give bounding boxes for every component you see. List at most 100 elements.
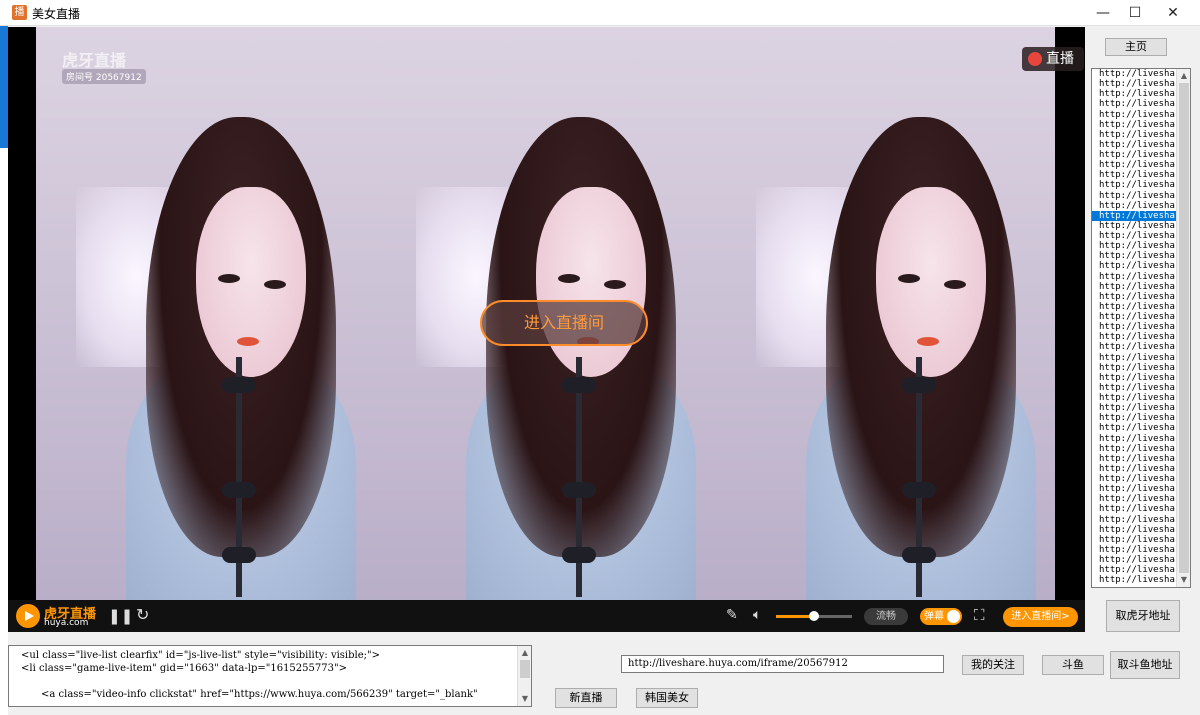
toggle-knob: [947, 610, 960, 623]
get-douyu-address-button[interactable]: 取斗鱼地址: [1110, 651, 1180, 679]
url-list-item[interactable]: http://liveshar: [1092, 69, 1178, 79]
url-list-item[interactable]: http://liveshar: [1092, 89, 1178, 99]
url-list-scrollbar[interactable]: ▲ ▼: [1176, 69, 1190, 587]
enter-room-small-button[interactable]: 进入直播间>: [1003, 607, 1078, 627]
code-line: <li class="game-live-item" gid="1663" da…: [21, 663, 347, 674]
url-list-item[interactable]: http://liveshar: [1092, 140, 1178, 150]
app-window: 播 美女直播 — ☐ ✕ 虎牙直播 房间号 20567912 直播 进入直播间 …: [0, 0, 1200, 715]
home-button[interactable]: 主页: [1105, 38, 1167, 56]
url-list-item[interactable]: http://liveshar: [1092, 535, 1178, 545]
url-list-item[interactable]: http://liveshar: [1092, 494, 1178, 504]
url-list-item[interactable]: http://liveshar: [1092, 302, 1178, 312]
url-list-item[interactable]: http://liveshar: [1092, 332, 1178, 342]
window-title: 美女直播: [32, 7, 81, 21]
url-list-item[interactable]: http://liveshar: [1092, 434, 1178, 444]
background-window-header: [0, 26, 8, 148]
url-list-item[interactable]: http://liveshar: [1092, 413, 1178, 423]
url-list-item[interactable]: http://liveshar: [1092, 150, 1178, 160]
url-list-item[interactable]: http://liveshar: [1092, 261, 1178, 271]
url-list-item[interactable]: http://liveshar: [1092, 423, 1178, 433]
url-list-item[interactable]: http://liveshar: [1092, 180, 1178, 190]
room-id-watermark: 房间号 20567912: [62, 69, 146, 84]
url-list-item[interactable]: http://liveshar: [1092, 515, 1178, 525]
url-list-item[interactable]: http://liveshar: [1092, 444, 1178, 454]
url-list-item[interactable]: http://liveshar: [1092, 504, 1178, 514]
url-list-item[interactable]: http://liveshar: [1092, 474, 1178, 484]
code-line: <ul class="live-list clearfix" id="js-li…: [21, 650, 380, 661]
url-list-item[interactable]: http://liveshar: [1092, 160, 1178, 170]
fullscreen-icon[interactable]: ⛶: [974, 606, 985, 624]
enter-room-button[interactable]: 进入直播间: [480, 300, 648, 346]
url-list-item[interactable]: http://liveshar: [1092, 110, 1178, 120]
url-list-item[interactable]: http://liveshar: [1092, 210, 1178, 221]
danmu-settings-icon[interactable]: ✎: [726, 607, 738, 623]
url-list-item[interactable]: http://liveshar: [1092, 575, 1178, 585]
url-list-item[interactable]: http://liveshar: [1092, 130, 1178, 140]
video-panel-right: [716, 27, 1055, 600]
huya-logo-icon[interactable]: [16, 604, 40, 628]
url-list-item[interactable]: http://liveshar: [1092, 545, 1178, 555]
code-scrollbar[interactable]: ▲ ▼: [517, 646, 531, 706]
url-list-item[interactable]: http://liveshar: [1092, 231, 1178, 241]
url-list-item[interactable]: http://liveshar: [1092, 484, 1178, 494]
live-badge-label: 直播: [1046, 51, 1074, 67]
background-window-edge: [0, 26, 8, 715]
url-list-items: http://liveshar http://liveshar http://liv…: [1092, 69, 1178, 585]
my-follow-button[interactable]: 我的关注: [962, 655, 1024, 675]
url-list-item[interactable]: http://liveshar: [1092, 403, 1178, 413]
close-button[interactable]: ✕: [1150, 0, 1196, 26]
scroll-thumb[interactable]: [520, 660, 530, 678]
url-list-item[interactable]: http://liveshar: [1092, 191, 1178, 201]
volume-slider[interactable]: [776, 611, 852, 621]
url-list-item[interactable]: http://liveshar: [1092, 363, 1178, 373]
url-list-item[interactable]: http://liveshar: [1092, 464, 1178, 474]
title-bar[interactable]: 播 美女直播 — ☐ ✕: [0, 0, 1200, 26]
scroll-down-icon[interactable]: ▼: [1177, 573, 1190, 587]
url-list-item[interactable]: http://liveshar: [1092, 272, 1178, 282]
url-list-item[interactable]: http://liveshar: [1092, 565, 1178, 575]
new-live-button[interactable]: 新直播: [555, 688, 617, 708]
live-dot-icon: [1028, 52, 1042, 66]
url-list-item[interactable]: http://liveshar: [1092, 282, 1178, 292]
danmu-toggle[interactable]: 弹幕: [920, 608, 962, 625]
korean-beauty-button[interactable]: 韩国美女: [636, 688, 698, 708]
url-list-item[interactable]: http://liveshar: [1092, 241, 1178, 251]
url-list-item[interactable]: http://liveshar: [1092, 393, 1178, 403]
url-list-item[interactable]: http://liveshar: [1092, 99, 1178, 109]
url-list-item[interactable]: http://liveshar: [1092, 221, 1178, 231]
quality-button[interactable]: 流畅: [864, 608, 908, 625]
scroll-down-icon[interactable]: ▼: [518, 692, 531, 706]
url-list-item[interactable]: http://liveshar: [1092, 120, 1178, 130]
html-source-textbox[interactable]: <ul class="live-list clearfix" id="js-li…: [8, 645, 532, 707]
refresh-icon[interactable]: ↻: [136, 605, 149, 624]
volume-knob[interactable]: [809, 611, 819, 621]
url-list-item[interactable]: http://liveshar: [1092, 292, 1178, 302]
url-list-item[interactable]: http://liveshar: [1092, 454, 1178, 464]
scroll-up-icon[interactable]: ▲: [1177, 69, 1190, 83]
url-list-item[interactable]: http://liveshar: [1092, 251, 1178, 261]
url-list-item[interactable]: http://liveshar: [1092, 525, 1178, 535]
url-list-item[interactable]: http://liveshar: [1092, 201, 1178, 211]
url-field[interactable]: http://liveshare.huya.com/iframe/2056791…: [621, 655, 944, 673]
url-list-item[interactable]: http://liveshar: [1092, 353, 1178, 363]
huya-watermark: 虎牙直播: [62, 51, 127, 70]
url-list-item[interactable]: http://liveshar: [1092, 312, 1178, 322]
scroll-up-icon[interactable]: ▲: [518, 646, 531, 660]
url-list-item[interactable]: http://liveshar: [1092, 373, 1178, 383]
scroll-thumb[interactable]: [1179, 83, 1189, 573]
get-huya-address-button[interactable]: 取虎牙地址: [1106, 600, 1180, 632]
url-list-item[interactable]: http://liveshar: [1092, 79, 1178, 89]
url-list-item[interactable]: http://liveshar: [1092, 383, 1178, 393]
douyu-button[interactable]: 斗鱼: [1042, 655, 1104, 675]
url-list-item[interactable]: http://liveshar: [1092, 170, 1178, 180]
code-line: <a class="video-info clickstat" href="ht…: [41, 689, 478, 700]
pause-icon[interactable]: ❚❚: [108, 607, 133, 625]
url-listbox[interactable]: http://liveshar http://liveshar http://liv…: [1091, 68, 1191, 588]
url-list-item[interactable]: http://liveshar: [1092, 555, 1178, 565]
volume-icon[interactable]: 🔈︎: [753, 607, 761, 623]
video-player[interactable]: 虎牙直播 房间号 20567912 直播 进入直播间 虎牙直播 huya.com…: [8, 27, 1085, 632]
url-list-item[interactable]: http://liveshar: [1092, 342, 1178, 352]
player-control-bar: 虎牙直播 huya.com ❚❚ ↻ ✎ 🔈︎ 流畅 弹幕 ⛶ 进入直播间>: [8, 600, 1085, 632]
live-badge: 直播: [1022, 47, 1084, 71]
url-list-item[interactable]: http://liveshar: [1092, 322, 1178, 332]
